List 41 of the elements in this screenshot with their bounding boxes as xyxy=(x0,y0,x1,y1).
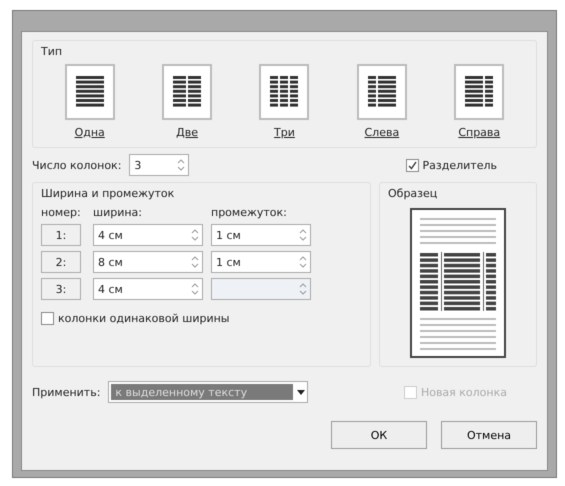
width-field[interactable]: 4 см xyxy=(93,224,203,246)
preset-label: Одна xyxy=(74,126,105,139)
new-column-label: Новая колонка xyxy=(420,386,507,398)
group-label: Образец xyxy=(388,187,438,200)
preset-label: Три xyxy=(274,126,295,139)
preset-label: Слева xyxy=(364,126,400,139)
spacing-field[interactable]: 1 см xyxy=(211,251,311,273)
preset-button[interactable] xyxy=(64,64,115,120)
columns-layout-icon xyxy=(465,76,494,108)
caret-icon xyxy=(297,390,306,394)
dialog-button[interactable]: Отмена xyxy=(441,421,537,449)
columns-layout-icon xyxy=(76,76,104,108)
preset-label: Справа xyxy=(458,126,500,139)
checkmark-icon xyxy=(408,160,417,170)
count-field[interactable]: 3 xyxy=(129,154,190,176)
preset-label: Две xyxy=(176,126,198,139)
preset-button[interactable] xyxy=(162,64,212,120)
apply-label: Применить: xyxy=(32,386,100,398)
preset-button[interactable] xyxy=(259,64,310,120)
columns-layout-icon xyxy=(270,76,298,108)
column-header: номер: xyxy=(41,206,82,219)
column-number: 1: xyxy=(41,224,81,246)
width-field[interactable]: 4 см xyxy=(93,278,203,300)
group-label: Ширина и промежуток xyxy=(41,187,174,200)
columns-layout-icon xyxy=(173,76,202,108)
dialog-button[interactable]: ОК xyxy=(331,421,427,449)
preset-button[interactable] xyxy=(454,64,504,120)
group-label: Тип xyxy=(41,45,62,58)
separator-label: Разделитель xyxy=(422,158,497,172)
equal-width-checkbox[interactable] xyxy=(41,312,54,325)
preset-button[interactable] xyxy=(356,64,407,120)
equal-width-label: колонки одинаковой ширины xyxy=(58,312,230,325)
columns-layout-icon xyxy=(368,76,396,108)
column-header: промежуток: xyxy=(211,206,288,219)
count-label: Число колонок: xyxy=(32,158,122,172)
width-field[interactable]: 8 см xyxy=(93,251,203,273)
spacing-field[interactable]: 1 см xyxy=(211,224,311,246)
separator-checkbox[interactable] xyxy=(406,158,419,172)
column-number: 3: xyxy=(41,278,81,300)
column-header: ширина: xyxy=(93,206,143,219)
column-number: 2: xyxy=(41,251,81,273)
